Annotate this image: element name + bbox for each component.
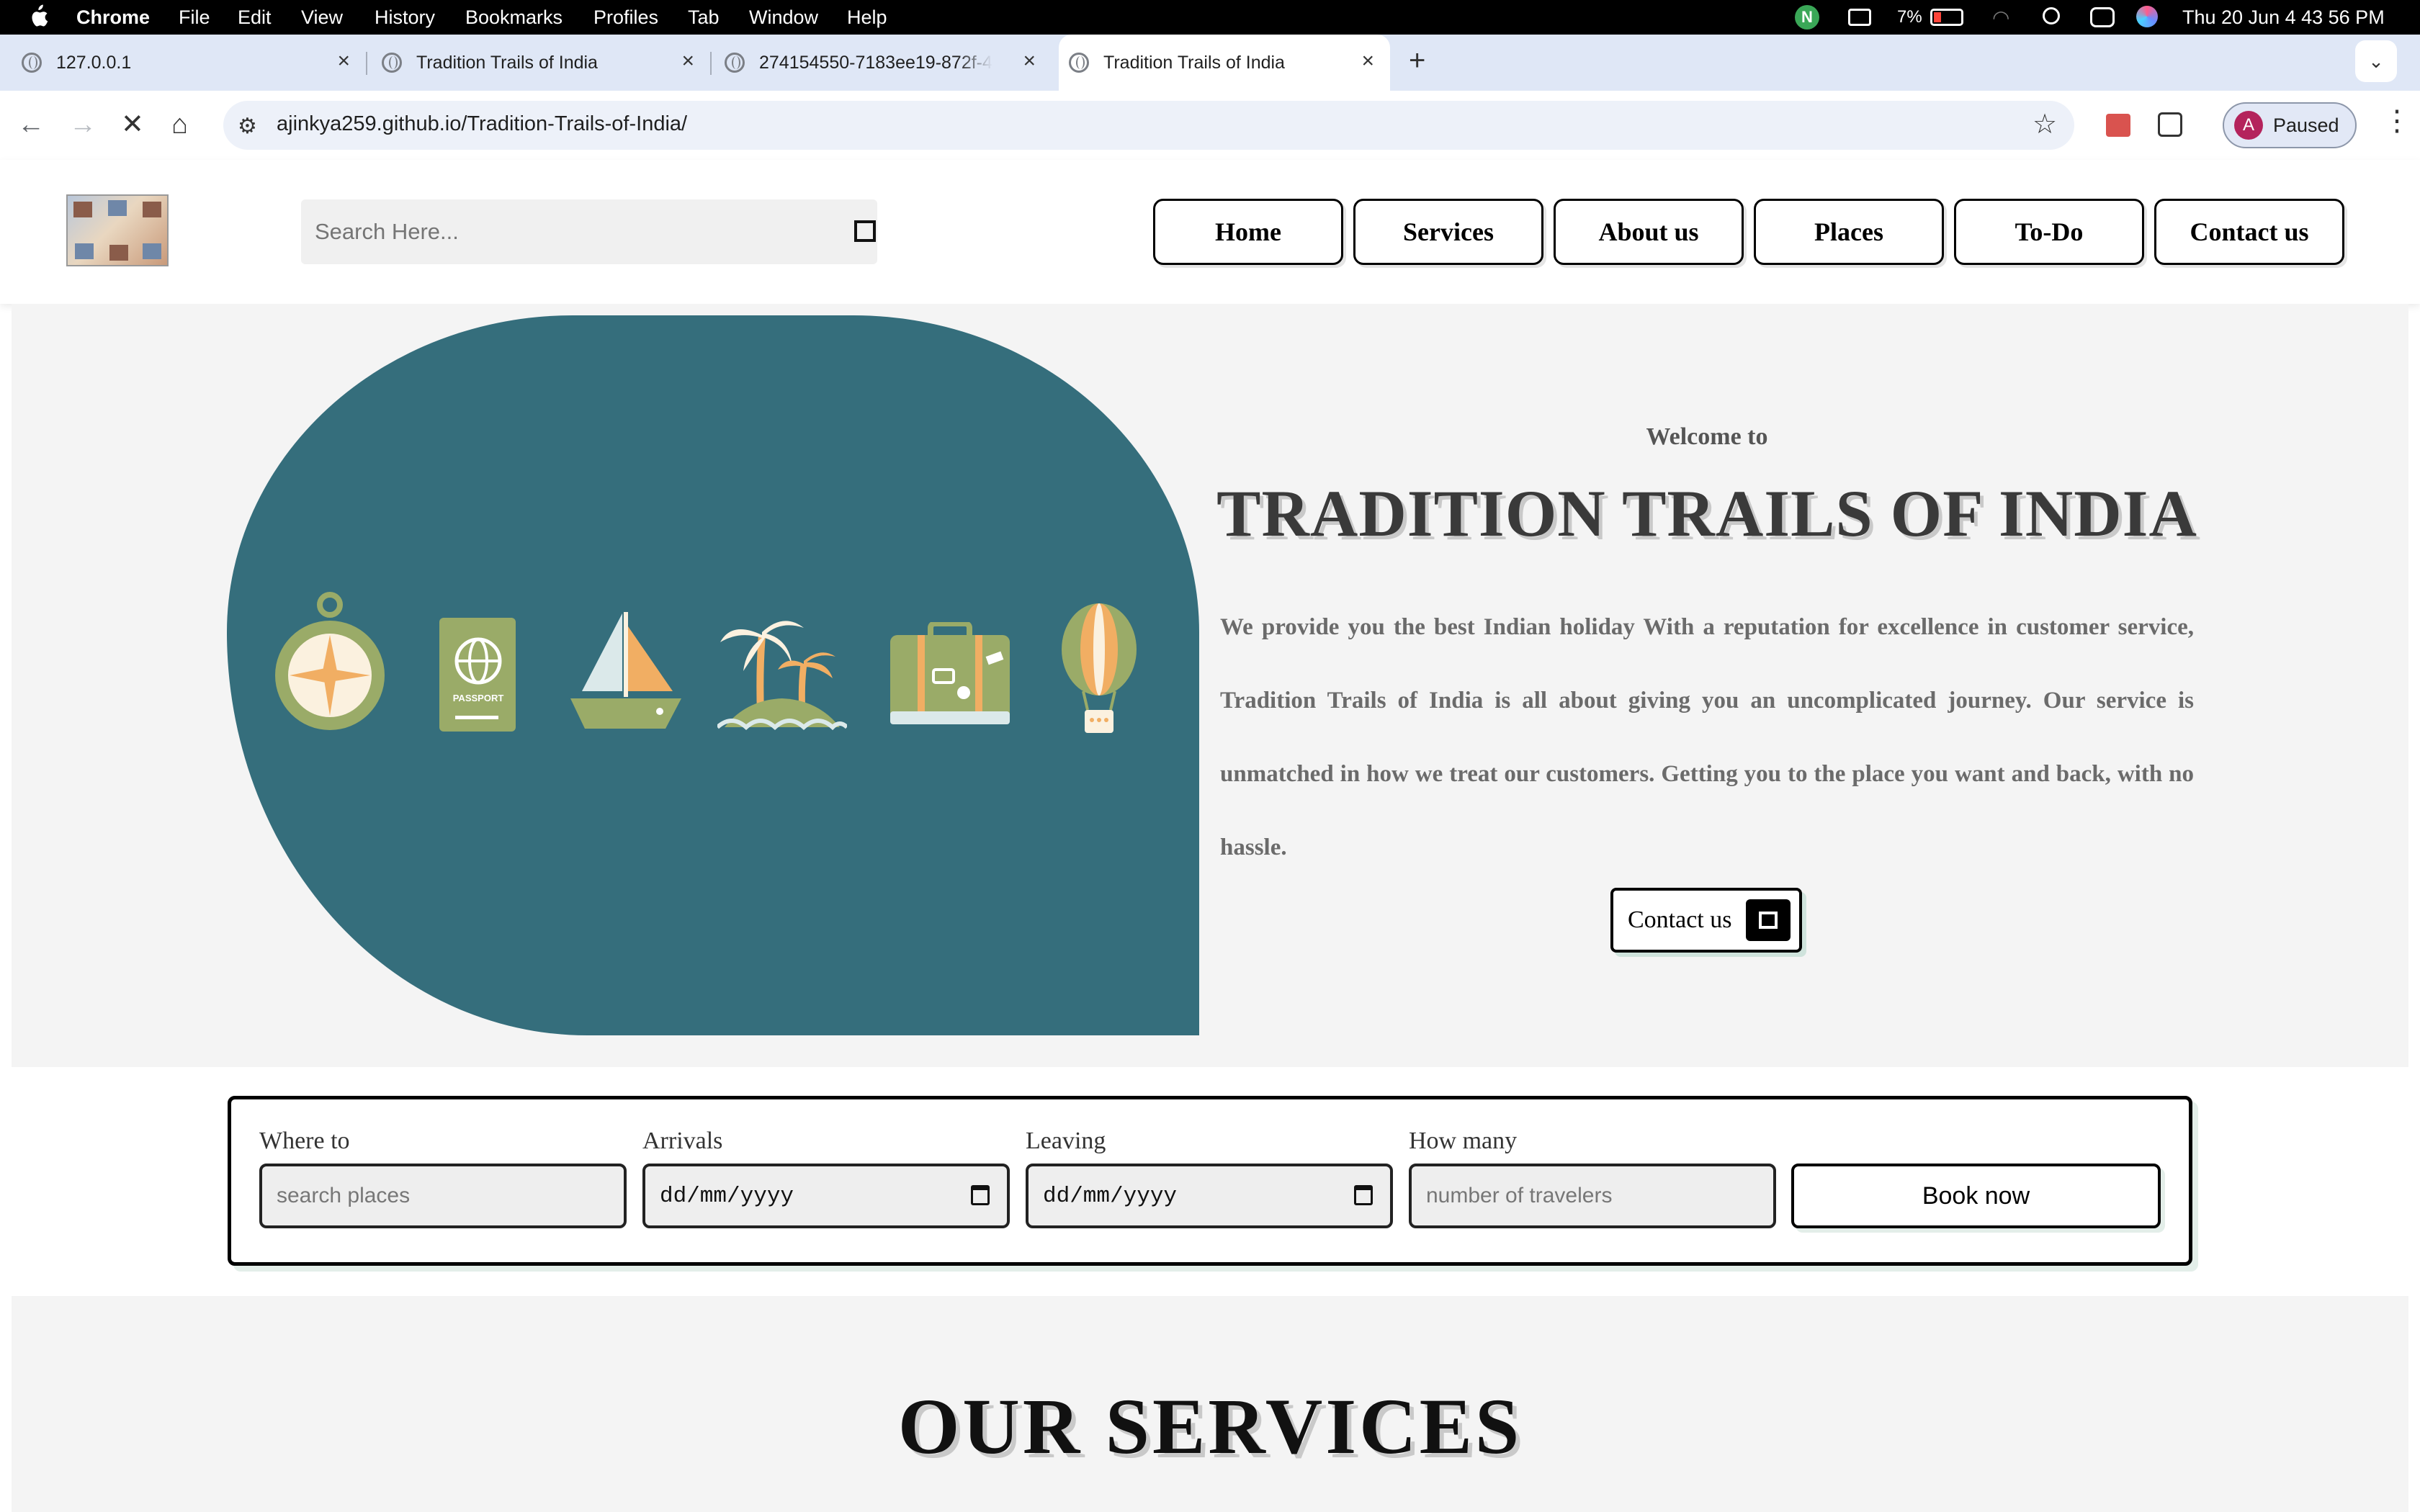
site-info-icon[interactable]: ⚙ [238, 114, 257, 139]
loading-spinner-icon [1069, 53, 1089, 73]
tab-title: 127.0.0.1 [56, 52, 132, 73]
leaving-date-input[interactable]: dd/mm/yyyy [1026, 1164, 1393, 1228]
new-tab-icon[interactable]: + [1409, 45, 1425, 77]
browser-tab-3[interactable]: 274154550-7183ee19-872f-4 × [725, 35, 1052, 91]
close-tab-icon[interactable]: × [1023, 50, 1036, 72]
hero-description: We provide you the best Indian holiday W… [1220, 614, 2194, 860]
book-now-button[interactable]: Book now [1791, 1164, 2161, 1228]
leaving-date-value: dd/mm/yyyy [1043, 1183, 1178, 1209]
nav-home-button[interactable]: Home [1153, 199, 1343, 265]
hero-contact-button[interactable]: Contact us [1610, 888, 1802, 953]
nav-contact-button[interactable]: Contact us [2154, 199, 2344, 265]
island-icon [717, 621, 847, 731]
hero-title: TRADITION TRAILS OF INDIA [1216, 477, 2197, 550]
forward-icon[interactable]: → [69, 108, 97, 141]
leaving-label: Leaving [1026, 1128, 1106, 1154]
close-tab-icon[interactable]: × [337, 50, 350, 72]
arrivals-date-value: dd/mm/yyyy [660, 1183, 794, 1209]
hero-contact-label: Contact us [1628, 906, 1732, 933]
menu-tab[interactable]: Tab [688, 4, 720, 30]
extension-icon[interactable] [2106, 114, 2130, 137]
browser-tab-4-active[interactable]: Tradition Trails of India × [1059, 35, 1390, 91]
sailboat-icon [570, 612, 681, 729]
menu-edit[interactable]: Edit [238, 4, 272, 30]
menu-history[interactable]: History [375, 4, 435, 30]
how-many-label: How many [1409, 1128, 1518, 1154]
menu-bar-clock[interactable]: Thu 20 Jun 4 43 56 PM [2182, 4, 2385, 30]
home-icon[interactable]: ⌂ [171, 108, 188, 141]
close-tab-icon[interactable]: × [1361, 50, 1374, 72]
calendar-icon[interactable] [1354, 1185, 1373, 1205]
n-app-status-icon[interactable]: N [1795, 5, 1819, 30]
arrivals-label: Arrivals [642, 1128, 723, 1154]
passport-label: PASSPORT [453, 693, 504, 703]
site-search-input[interactable] [315, 216, 819, 248]
nav-services-button[interactable]: Services [1353, 199, 1543, 265]
profile-button[interactable]: A Paused [2223, 102, 2357, 148]
globe-icon [725, 53, 745, 73]
compass-icon [275, 592, 385, 730]
battery-percent: 7% [1897, 7, 1922, 27]
tab-search-chevron-icon[interactable]: ⌄ [2355, 40, 2397, 82]
calendar-icon[interactable] [971, 1185, 990, 1205]
where-to-input[interactable]: search places [259, 1164, 627, 1228]
site-logo[interactable] [66, 194, 169, 266]
extensions-puzzle-icon[interactable] [2158, 112, 2182, 137]
globe-icon [22, 53, 42, 73]
menu-profiles[interactable]: Profiles [593, 4, 658, 30]
nav-about-button[interactable]: About us [1554, 199, 1744, 265]
tab-title: Tradition Trails of India [1103, 52, 1285, 73]
battery-icon[interactable] [1930, 9, 1963, 26]
control-center-icon[interactable] [2090, 7, 2115, 27]
browser-tab-2[interactable]: Tradition Trails of India × [382, 35, 710, 91]
menu-view[interactable]: View [301, 4, 343, 30]
where-to-label: Where to [259, 1128, 350, 1154]
nav-places-button[interactable]: Places [1754, 199, 1944, 265]
search-square-icon[interactable] [854, 220, 876, 242]
menu-window[interactable]: Window [749, 4, 818, 30]
back-icon[interactable]: ← [17, 108, 45, 141]
screen-mirroring-icon[interactable] [1848, 9, 1871, 26]
hot-air-balloon-icon [1062, 603, 1137, 733]
siri-icon[interactable] [2136, 6, 2158, 27]
menu-help[interactable]: Help [847, 4, 887, 30]
url-text[interactable]: ajinkya259.github.io/Tradition-Trails-of… [277, 112, 687, 136]
services-title: OUR SERVICES [897, 1382, 1523, 1470]
profile-status: Paused [2273, 114, 2339, 136]
square-icon [1746, 899, 1791, 941]
browser-tab-1[interactable]: 127.0.0.1 × [22, 35, 366, 91]
menu-file[interactable]: File [179, 4, 210, 30]
apple-logo-icon[interactable] [27, 4, 49, 29]
macos-menu-bar: Chrome File Edit View History Bookmarks … [0, 0, 2420, 35]
stop-loading-icon[interactable]: ✕ [121, 108, 144, 141]
avatar: A [2234, 111, 2263, 140]
menu-bookmarks[interactable]: Bookmarks [465, 4, 563, 30]
tab-title: 274154550-7183ee19-872f-4 [759, 52, 992, 73]
spotlight-search-icon[interactable] [2043, 7, 2060, 24]
nav-todo-button[interactable]: To-Do [1954, 199, 2144, 265]
kebab-menu-icon[interactable]: ⋮ [2383, 107, 2411, 135]
passport-icon: PASSPORT [439, 618, 516, 732]
globe-icon [382, 53, 402, 73]
bookmark-star-icon[interactable]: ☆ [2033, 108, 2057, 140]
close-tab-icon[interactable]: × [681, 50, 694, 72]
hero-welcome: Welcome to [1646, 423, 1768, 450]
menu-app-name[interactable]: Chrome [76, 4, 150, 30]
wifi-icon[interactable]: ◠ [1992, 6, 2009, 30]
travelers-count-input[interactable]: number of travelers [1409, 1164, 1776, 1228]
arrivals-date-input[interactable]: dd/mm/yyyy [642, 1164, 1010, 1228]
suitcase-icon [890, 622, 1010, 724]
tab-title: Tradition Trails of India [416, 52, 598, 73]
